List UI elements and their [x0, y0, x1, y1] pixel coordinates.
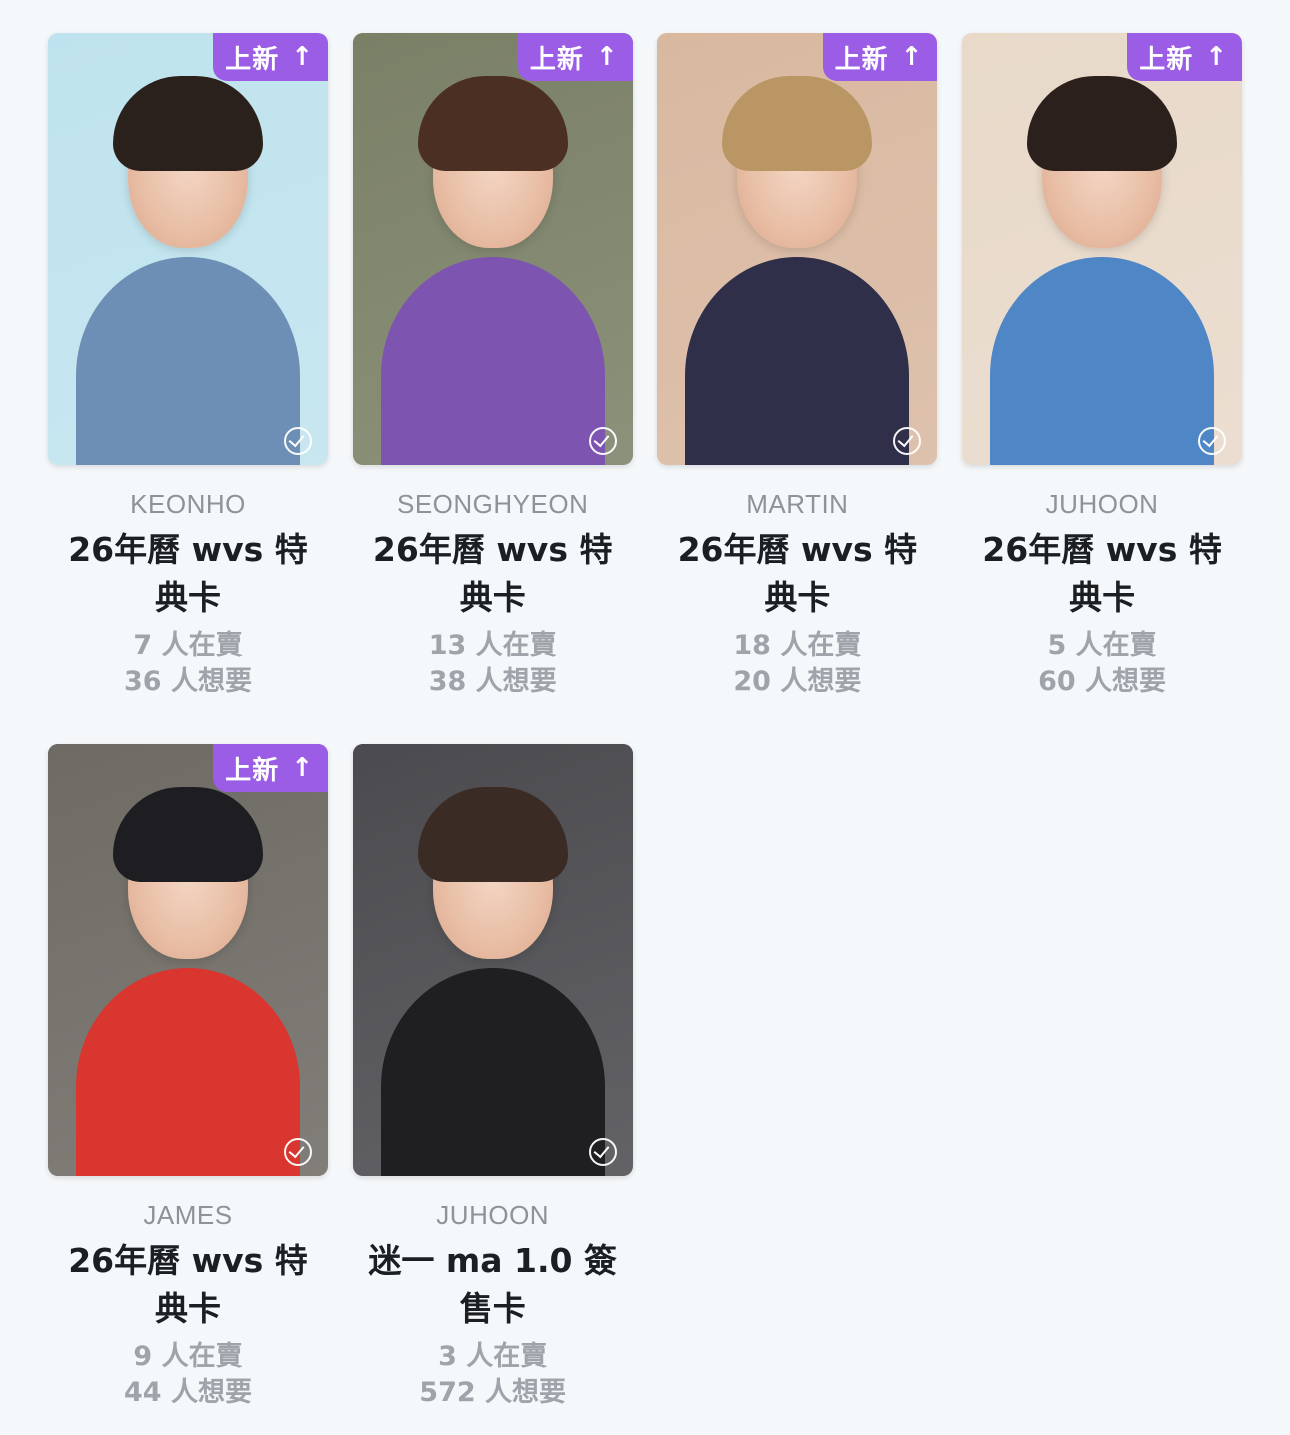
arrow-up-icon: ↑: [291, 42, 314, 72]
card-photo[interactable]: 上新 ↑: [962, 33, 1243, 465]
wanters-count: 60 人想要: [1038, 666, 1167, 697]
card-title: 迷一 ma 1.0 簽售卡: [368, 1241, 617, 1328]
wanters-count: 36 人想要: [124, 666, 252, 697]
new-badge: 上新 ↑: [213, 33, 328, 81]
new-badge-label: 上新: [1139, 44, 1194, 75]
member-name: SEONGHYEON: [397, 489, 589, 519]
card-title: 26年曆 wvs 特典卡: [68, 530, 308, 617]
verified-check-icon: [1198, 427, 1227, 455]
card-grid: 上新 ↑ KEONHO 26年曆 wvs 特典卡 7 人在賣 36 人想要 上新…: [48, 25, 1248, 1411]
card-stats: 18 人在賣 20 人想要: [657, 628, 937, 700]
photocard-item[interactable]: 上新 ↑ SEONGHYEON 26年曆 wvs 特典卡 13 人在賣 38 人…: [352, 25, 633, 700]
card-stats: 13 人在賣 38 人想要: [353, 628, 633, 700]
member-name: JUHOON: [1045, 489, 1159, 519]
new-badge-label: 上新: [529, 44, 584, 75]
sellers-count: 3 人在賣: [438, 1341, 548, 1372]
card-title: 26年曆 wvs 特典卡: [982, 530, 1222, 617]
photocard-item[interactable]: 上新 ↑ JAMES 26年曆 wvs 特典卡 9 人在賣 44 人想要: [48, 736, 328, 1411]
member-name: KEONHO: [130, 489, 246, 519]
sellers-count: 7 人在賣: [133, 630, 243, 661]
photocard-item[interactable]: 上新 ↑ MARTIN 26年曆 wvs 特典卡 18 人在賣 20 人想要: [657, 25, 938, 700]
sellers-count: 18 人在賣: [733, 630, 862, 661]
new-badge-label: 上新: [225, 44, 280, 75]
new-badge: 上新 ↑: [1127, 33, 1243, 81]
sellers-count: 13 人在賣: [428, 630, 557, 661]
card-photo[interactable]: 上新 ↑: [48, 33, 328, 465]
card-title: 26年曆 wvs 特典卡: [68, 1241, 308, 1328]
member-name: JUHOON: [436, 1200, 550, 1230]
photocard-item[interactable]: JUHOON 迷一 ma 1.0 簽售卡 3 人在賣 572 人想要: [352, 736, 633, 1411]
new-badge-label: 上新: [225, 755, 280, 786]
new-badge: 上新 ↑: [213, 744, 328, 792]
wanters-count: 572 人想要: [419, 1377, 567, 1408]
arrow-up-icon: ↑: [595, 42, 619, 72]
photocard-item[interactable]: 上新 ↑ KEONHO 26年曆 wvs 特典卡 7 人在賣 36 人想要: [48, 25, 328, 700]
wanters-count: 38 人想要: [428, 666, 557, 697]
card-stats: 3 人在賣 572 人想要: [353, 1339, 633, 1411]
card-stats: 5 人在賣 60 人想要: [962, 628, 1242, 700]
verified-check-icon: [588, 427, 617, 455]
photocard-item[interactable]: 上新 ↑ JUHOON 26年曆 wvs 特典卡 5 人在賣 60 人想要: [962, 25, 1243, 700]
sellers-count: 9 人在賣: [133, 1341, 243, 1372]
arrow-up-icon: ↑: [1205, 42, 1229, 72]
member-name: JAMES: [143, 1200, 233, 1230]
card-stats: 7 人在賣 36 人想要: [48, 628, 328, 700]
new-badge: 上新 ↑: [822, 33, 938, 81]
card-stats: 9 人在賣 44 人想要: [48, 1339, 328, 1411]
card-title: 26年曆 wvs 特典卡: [372, 530, 613, 617]
wanters-count: 20 人想要: [733, 666, 862, 697]
card-photo[interactable]: [352, 744, 633, 1176]
verified-check-icon: [284, 1138, 312, 1166]
new-badge: 上新 ↑: [517, 33, 633, 81]
wanters-count: 44 人想要: [124, 1377, 252, 1408]
card-photo[interactable]: 上新 ↑: [352, 33, 633, 465]
member-name: MARTIN: [746, 489, 849, 519]
new-badge-label: 上新: [834, 44, 889, 75]
arrow-up-icon: ↑: [291, 753, 314, 783]
card-photo[interactable]: 上新 ↑: [48, 744, 328, 1176]
verified-check-icon: [588, 1138, 617, 1166]
arrow-up-icon: ↑: [900, 42, 924, 72]
verified-check-icon: [284, 427, 312, 455]
sellers-count: 5 人在賣: [1047, 630, 1157, 661]
card-photo[interactable]: 上新 ↑: [657, 33, 938, 465]
card-title: 26年曆 wvs 特典卡: [677, 530, 918, 617]
